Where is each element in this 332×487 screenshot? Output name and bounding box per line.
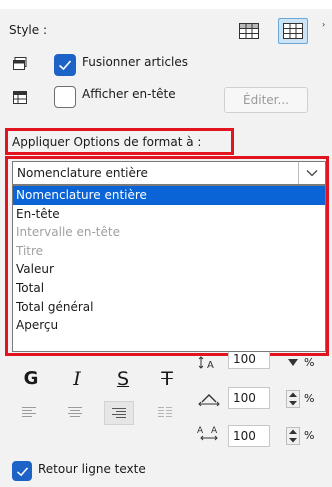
option-apercu[interactable]: Aperçu	[13, 316, 325, 335]
show-header-checkbox[interactable]	[54, 86, 76, 108]
svg-text:A: A	[207, 360, 214, 370]
checkmark-icon	[16, 466, 28, 476]
table-grid-icon	[239, 23, 259, 39]
text-height-stepper[interactable]	[286, 356, 300, 374]
char-spacing-percent: %	[304, 429, 315, 442]
char-spacing-input[interactable]: 100	[228, 425, 270, 447]
top-edge	[0, 0, 332, 9]
wrap-text-checkbox[interactable]	[12, 461, 32, 481]
text-width-input[interactable]: 100	[228, 387, 270, 409]
align-right-button[interactable]	[104, 401, 134, 425]
align-center-icon[interactable]	[68, 406, 82, 421]
chevron-down-icon[interactable]	[298, 162, 325, 184]
option-nomenclature-entiere[interactable]: Nomenclature entière	[13, 186, 325, 205]
align-right-icon	[112, 408, 126, 418]
char-spacing-stepper[interactable]	[286, 427, 300, 445]
bold-button[interactable]: G	[20, 368, 42, 389]
option-titre: Titre	[16, 243, 44, 258]
show-header-label: Afficher en-tête	[82, 87, 176, 101]
svg-text:A: A	[211, 426, 218, 436]
text-width-stepper[interactable]	[286, 390, 300, 408]
text-height-percent: %	[304, 356, 315, 369]
grid-style-2-button[interactable]	[278, 18, 308, 44]
italic-button[interactable]: I	[66, 368, 88, 390]
select-value: Nomenclature entière	[17, 166, 148, 180]
option-intervalle-en-tete: Intervalle en-tête	[16, 225, 120, 240]
apply-format-label: Appliquer Options de format à :	[12, 135, 202, 149]
table-grid-icon	[283, 23, 303, 39]
apply-format-select[interactable]: Nomenclature entière	[12, 161, 326, 185]
overflow-indicator: ›	[322, 20, 326, 29]
format-options-panel: Style : › Fusionner articles Afficher en…	[0, 0, 332, 487]
underline-button[interactable]: S	[112, 368, 134, 390]
merge-items-label: Fusionner articles	[82, 55, 189, 69]
checkmark-icon	[58, 60, 72, 71]
option-en-tete[interactable]: En-tête	[13, 205, 325, 224]
char-spacing-icon: A A	[196, 424, 222, 445]
grid-style-1-button[interactable]	[234, 18, 264, 44]
edit-button[interactable]: Éditer...	[224, 87, 308, 113]
option-total-general[interactable]: Total général	[13, 298, 325, 317]
strikethrough-button[interactable]: T	[156, 368, 178, 390]
merge-items-checkbox[interactable]	[54, 54, 76, 76]
table-header-icon	[13, 91, 27, 107]
align-justify-icon[interactable]	[158, 406, 172, 421]
text-width-icon	[198, 392, 220, 409]
wrap-text-label: Retour ligne texte	[38, 462, 146, 476]
style-label: Style :	[9, 23, 47, 37]
text-height-input[interactable]: 100	[228, 352, 270, 369]
apply-format-dropdown-list: Nomenclature entière En-tête Intervalle …	[12, 185, 326, 352]
svg-text:A: A	[197, 426, 204, 436]
align-left-icon[interactable]	[22, 406, 36, 421]
merge-items-icon	[13, 57, 27, 74]
option-total[interactable]: Total	[13, 279, 325, 298]
text-width-percent: %	[304, 392, 315, 405]
text-height-icon: A	[198, 356, 220, 373]
option-valeur[interactable]: Valeur	[13, 260, 325, 279]
